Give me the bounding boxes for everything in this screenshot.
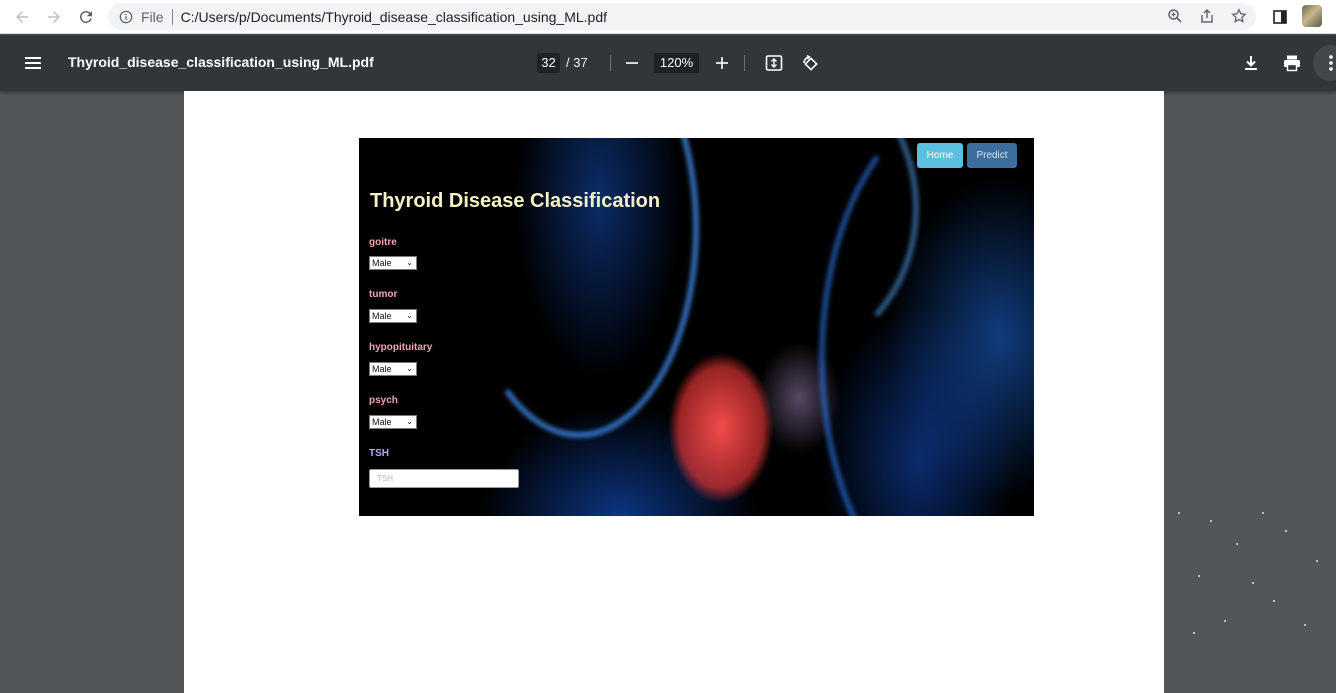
app-title: Thyroid Disease Classification <box>370 190 661 212</box>
tsh-input[interactable]: TSH <box>369 469 519 488</box>
menu-button[interactable] <box>22 52 44 74</box>
info-icon[interactable] <box>118 9 134 25</box>
more-vertical-icon <box>1329 55 1333 71</box>
side-panel-button[interactable] <box>1270 7 1290 27</box>
chevron-down-icon: ⌄ <box>406 364 413 373</box>
omnibox-separator <box>171 8 173 25</box>
background-speck <box>1236 543 1238 545</box>
nav-predict-button[interactable]: Predict <box>967 143 1017 168</box>
background-speck <box>1262 512 1264 514</box>
background-speck <box>1198 575 1200 577</box>
background-speck <box>1178 512 1180 514</box>
scheme-label: File <box>141 8 164 25</box>
background-speck <box>1252 582 1254 584</box>
minus-icon <box>626 62 638 64</box>
rotate-icon <box>803 54 818 71</box>
pdf-toolbar: Thyroid_disease_classification_using_ML.… <box>0 35 1336 91</box>
tumor-label: tumor <box>369 289 398 300</box>
toolbar-divider <box>744 55 745 71</box>
background-speck <box>1316 560 1318 562</box>
zoom-level-input[interactable]: 120% <box>654 53 699 73</box>
chevron-down-icon: ⌄ <box>406 258 413 267</box>
hypopituitary-select-value: Male <box>372 364 392 374</box>
goitre-select-value: Male <box>372 258 392 268</box>
side-panel-icon <box>1273 10 1287 24</box>
browser-toolbar: File C:/Users/p/Documents/Thyroid_diseas… <box>0 0 1336 34</box>
psych-select-value: Male <box>372 417 392 427</box>
background-speck <box>1210 520 1212 522</box>
background-speck <box>1285 530 1287 532</box>
zoom-icon[interactable] <box>1166 7 1184 25</box>
psych-label: psych <box>369 395 398 406</box>
bookmark-star-icon[interactable] <box>1230 7 1248 25</box>
nav-home-button[interactable]: Home <box>917 143 963 168</box>
chevron-down-icon: ⌄ <box>406 311 413 320</box>
hypopituitary-select[interactable]: Male ⌄ <box>369 362 417 376</box>
background-speck <box>1273 600 1275 602</box>
fit-to-page-button[interactable] <box>762 51 786 75</box>
reload-icon <box>79 10 92 23</box>
page-total: / 37 <box>566 55 588 70</box>
reload-button[interactable] <box>74 5 98 29</box>
download-button[interactable] <box>1239 51 1263 75</box>
address-bar[interactable]: File C:/Users/p/Documents/Thyroid_diseas… <box>108 3 1256 30</box>
tumor-select[interactable]: Male ⌄ <box>369 309 417 323</box>
goitre-label: goitre <box>369 237 397 248</box>
share-icon[interactable] <box>1198 7 1216 25</box>
hypopituitary-label: hypopituitary <box>369 342 433 353</box>
tumor-select-value: Male <box>372 311 392 321</box>
chevron-down-icon: ⌄ <box>406 417 413 426</box>
more-actions-button[interactable] <box>1313 45 1336 81</box>
plus-icon <box>716 57 728 69</box>
forward-button[interactable] <box>42 5 66 29</box>
toolbar-divider <box>610 55 611 71</box>
printer-icon <box>1284 55 1300 72</box>
fit-page-icon <box>765 55 783 71</box>
zoom-in-button[interactable] <box>710 51 734 75</box>
background-speck <box>1304 624 1306 626</box>
tsh-label: TSH <box>369 448 389 459</box>
background-speck <box>1193 632 1195 634</box>
profile-avatar[interactable] <box>1302 5 1322 27</box>
document-title: Thyroid_disease_classification_using_ML.… <box>68 54 374 70</box>
page-number-input[interactable]: 32 <box>537 53 560 73</box>
arrow-right-icon <box>48 11 60 23</box>
psych-select[interactable]: Male ⌄ <box>369 415 417 429</box>
url-text[interactable]: C:/Users/p/Documents/Thyroid_disease_cla… <box>181 9 607 25</box>
rotate-button[interactable] <box>798 51 822 75</box>
goitre-select[interactable]: Male ⌄ <box>369 256 417 270</box>
download-icon <box>1245 56 1257 70</box>
hamburger-menu-icon <box>25 57 41 69</box>
background-speck <box>1224 620 1226 622</box>
print-button[interactable] <box>1280 51 1304 75</box>
back-button[interactable] <box>10 5 34 29</box>
embedded-screenshot: Home Predict Thyroid Disease Classificat… <box>359 138 1034 516</box>
zoom-out-button[interactable] <box>620 51 644 75</box>
pdf-page: Home Predict Thyroid Disease Classificat… <box>184 91 1164 693</box>
arrow-left-icon <box>16 11 28 23</box>
